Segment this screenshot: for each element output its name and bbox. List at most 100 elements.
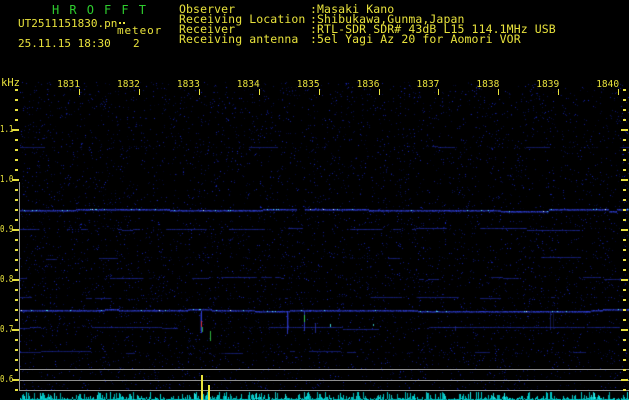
spectrogram-canvas	[20, 80, 629, 390]
time-tick-label: 1835	[296, 79, 320, 90]
left-minor-freq-tick	[15, 359, 18, 361]
time-tick-mark	[138, 89, 140, 95]
time-tick-label: 1837	[416, 79, 440, 90]
time-tick-mark	[318, 89, 320, 95]
time-tick-label: 1834	[236, 79, 260, 90]
left-minor-freq-tick	[15, 259, 18, 261]
time-tick-label: 1832	[117, 79, 140, 90]
left-minor-freq-tick	[15, 209, 18, 211]
app-title: H R O F F T	[52, 3, 148, 17]
left-minor-freq-tick	[15, 239, 18, 241]
left-minor-freq-tick	[15, 189, 18, 191]
left-minor-freq-tick	[15, 149, 18, 151]
info-separator: :	[310, 32, 318, 46]
freq-tick-label: 0.8	[0, 274, 14, 285]
info-value: 5el Yagi Az 20 for Aomori VOR	[317, 32, 521, 46]
right-major-freq-tick	[621, 329, 628, 331]
right-minor-freq-tick	[623, 299, 626, 301]
right-major-freq-tick	[621, 229, 628, 231]
time-tick-label: 1831	[57, 79, 80, 90]
left-minor-freq-tick	[15, 389, 18, 391]
signal-level-strip-canvas	[20, 391, 629, 400]
freq-axis-unit-label: kHz	[1, 77, 20, 89]
left-minor-freq-tick	[15, 309, 18, 311]
right-major-freq-tick	[621, 129, 628, 131]
left-minor-freq-tick	[15, 109, 18, 111]
left-minor-freq-tick	[15, 99, 18, 101]
right-minor-freq-tick	[623, 189, 626, 191]
left-minor-freq-tick	[15, 339, 18, 341]
right-minor-freq-tick	[623, 239, 626, 241]
right-minor-freq-tick	[623, 269, 626, 271]
right-minor-freq-tick	[623, 359, 626, 361]
freq-tick-label: 0.6	[0, 374, 14, 385]
left-minor-freq-tick	[15, 289, 18, 291]
time-tick-mark	[438, 89, 440, 95]
output-filename: UT2511151830.pn	[18, 17, 118, 30]
time-tick-mark	[258, 89, 260, 95]
left-minor-freq-tick	[15, 369, 18, 371]
time-tick-label: 1838	[476, 79, 500, 90]
right-minor-freq-tick	[623, 249, 626, 251]
time-tick-label: 1836	[356, 79, 380, 90]
plot-horizontal-line	[19, 390, 629, 391]
left-minor-freq-tick	[15, 319, 18, 321]
right-minor-freq-tick	[623, 289, 626, 291]
left-minor-freq-tick	[15, 349, 18, 351]
station-info-table: Observer:Masaki Kano Receiving Location:S…	[179, 3, 556, 46]
left-minor-freq-tick	[15, 299, 18, 301]
plot-horizontal-line	[19, 380, 629, 381]
left-minor-freq-tick	[15, 89, 18, 91]
time-tick-label: 1840	[596, 79, 620, 90]
time-tick-mark	[79, 89, 80, 95]
time-tick-label: 1839	[536, 79, 560, 90]
meteor-echo-spike	[208, 385, 210, 400]
time-tick-mark	[618, 89, 620, 95]
time-tick-mark	[498, 89, 500, 95]
meteor-echo-spike	[201, 375, 203, 400]
right-minor-freq-tick	[623, 349, 626, 351]
freq-tick-label: 0.9	[0, 224, 14, 235]
right-major-freq-tick	[621, 279, 628, 281]
left-minor-freq-tick	[15, 139, 18, 141]
left-minor-freq-tick	[15, 119, 18, 121]
right-minor-freq-tick	[623, 369, 626, 371]
right-minor-freq-tick	[623, 89, 626, 91]
right-minor-freq-tick	[623, 99, 626, 101]
right-minor-freq-tick	[623, 119, 626, 121]
observation-datetime: 25.11.15 18:30	[18, 37, 111, 50]
right-minor-freq-tick	[623, 319, 626, 321]
right-minor-freq-tick	[623, 309, 626, 311]
left-minor-freq-tick	[15, 199, 18, 201]
left-minor-freq-tick	[15, 249, 18, 251]
left-minor-freq-tick	[15, 159, 18, 161]
left-minor-freq-tick	[15, 269, 18, 271]
right-minor-freq-tick	[623, 169, 626, 171]
freq-tick-label: 1.1	[0, 124, 14, 135]
echo-count: 2	[133, 37, 140, 50]
time-tick-mark	[558, 89, 560, 95]
info-row: Receiving antenna:5el Yagi Az 20 for Aom…	[179, 32, 556, 46]
freq-tick-label: 0.7	[0, 324, 14, 335]
right-major-freq-tick	[621, 379, 628, 381]
time-tick-mark	[198, 89, 200, 95]
left-minor-freq-tick	[15, 219, 18, 221]
info-label: Receiving antenna	[179, 32, 299, 46]
left-minor-freq-tick	[15, 169, 18, 171]
right-minor-freq-tick	[623, 109, 626, 111]
freq-axis-line	[19, 182, 20, 391]
hrofft-screen: H R O F F T UT2511151830.pn meteor 25.11…	[0, 0, 629, 400]
right-minor-freq-tick	[623, 389, 626, 391]
right-minor-freq-tick	[623, 149, 626, 151]
right-minor-freq-tick	[623, 339, 626, 341]
time-tick-mark	[378, 89, 380, 95]
right-major-freq-tick	[621, 179, 628, 181]
time-tick-label: 1833	[176, 79, 200, 90]
right-minor-freq-tick	[623, 199, 626, 201]
right-minor-freq-tick	[623, 159, 626, 161]
right-minor-freq-tick	[623, 139, 626, 141]
plot-horizontal-line	[19, 369, 629, 370]
observation-mode-label: meteor	[117, 24, 163, 37]
freq-tick-label: 1.0	[0, 174, 14, 185]
right-minor-freq-tick	[623, 219, 626, 221]
